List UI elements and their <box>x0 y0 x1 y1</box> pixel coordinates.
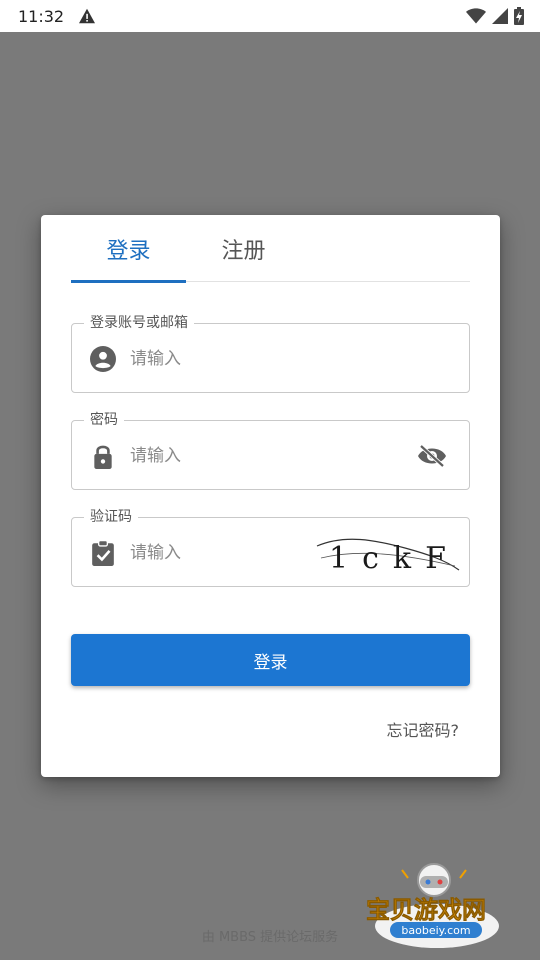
lock-icon <box>94 445 112 469</box>
wifi-icon <box>466 8 486 24</box>
tab-login[interactable]: 登录 <box>71 233 186 265</box>
clipboard-check-icon <box>92 540 114 566</box>
account-circle-icon <box>90 346 116 372</box>
login-button[interactable]: 登录 <box>71 634 470 686</box>
captcha-input[interactable] <box>130 538 300 568</box>
warning-icon <box>79 8 96 24</box>
captcha-image[interactable]: 1ckF <box>315 530 461 578</box>
watermark-title: 宝贝游戏网 <box>366 896 486 924</box>
watermark-url: baobeiy.com <box>401 924 470 937</box>
tab-register[interactable]: 注册 <box>186 233 301 265</box>
password-input[interactable] <box>130 441 390 471</box>
login-card: 登录 注册 登录账号或邮箱 密码 验证码 <box>41 215 500 777</box>
account-input[interactable] <box>130 344 390 374</box>
battery-charging-icon <box>514 7 524 25</box>
forgot-password-link[interactable]: 忘记密码? <box>387 717 460 741</box>
status-time: 11:32 <box>18 6 65 26</box>
tab-indicator <box>71 280 186 283</box>
signal-icon <box>492 8 508 24</box>
password-field[interactable]: 密码 <box>71 411 470 490</box>
watermark-logo: 宝贝游戏网 baobeiy.com <box>366 863 499 948</box>
captcha-field-label: 验证码 <box>84 508 138 526</box>
account-field[interactable]: 登录账号或邮箱 <box>71 314 470 393</box>
eye-off-icon[interactable] <box>417 442 447 470</box>
status-icons <box>466 7 524 25</box>
password-field-label: 密码 <box>84 411 124 429</box>
captcha-text: 1ckF <box>329 541 460 576</box>
tab-bar: 登录 注册 <box>71 215 470 283</box>
captcha-field[interactable]: 验证码 1ckF <box>71 508 470 587</box>
status-bar: 11:32 <box>0 0 540 32</box>
account-field-label: 登录账号或邮箱 <box>84 314 194 332</box>
